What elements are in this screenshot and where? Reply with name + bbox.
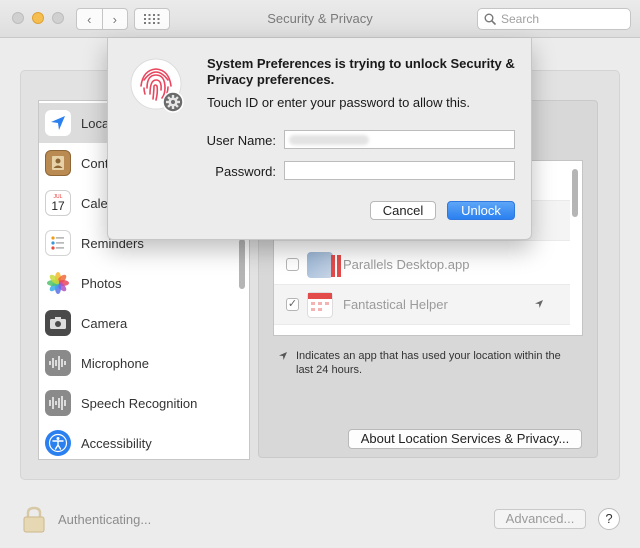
list-item-parallels[interactable]: Parallels Desktop.app (274, 245, 570, 285)
zoom-window-button[interactable] (52, 12, 64, 24)
sidebar-item-speech-recognition[interactable]: Speech Recognition (39, 383, 239, 423)
app-list-scrollbar[interactable] (572, 169, 578, 217)
photos-flower-icon (45, 270, 71, 296)
location-hint: Indicates an app that has used your loca… (278, 349, 578, 377)
sidebar-item-photos[interactable]: Photos (39, 263, 239, 303)
show-all-button[interactable] (134, 8, 170, 30)
forward-button[interactable]: › (101, 9, 128, 29)
contacts-book-icon (45, 150, 71, 176)
list-item[interactable] (274, 325, 570, 335)
sidebar-item-label: Camera (81, 315, 128, 331)
password-label: Password: (215, 164, 276, 179)
title-bar: ‹ › Security & Privacy Search (0, 0, 640, 38)
app-name: Parallels Desktop.app (343, 257, 470, 272)
sidebar-scrollbar[interactable] (239, 239, 245, 289)
username-field[interactable] (284, 130, 515, 149)
sidebar-item-label: Photos (81, 275, 122, 291)
sidebar-item-label: Accessibility (81, 435, 152, 451)
fantastical-app-icon (307, 291, 333, 318)
parallels-app-icon (307, 251, 341, 278)
password-field[interactable] (284, 161, 515, 180)
search-placeholder: Search (501, 12, 540, 26)
accessibility-figure-icon (45, 430, 71, 456)
speech-waveform-icon (45, 390, 71, 416)
close-window-button[interactable] (12, 12, 24, 24)
microphone-waveform-icon (45, 350, 71, 376)
authenticating-status: Authenticating... (58, 512, 152, 527)
username-label: User Name: (206, 133, 276, 148)
location-used-icon (535, 300, 543, 308)
unlock-dialog: System Preferences is trying to unlock S… (107, 38, 532, 240)
unlock-button[interactable]: Unlock (447, 201, 515, 220)
touch-id-icon (130, 58, 186, 114)
search-field[interactable]: Search (477, 8, 631, 30)
sidebar-item-accessibility[interactable]: Accessibility (39, 423, 239, 459)
app-checkbox[interactable] (286, 258, 299, 271)
minimize-window-button[interactable] (32, 12, 44, 24)
window-title: Security & Privacy (267, 11, 373, 26)
sidebar-item-microphone[interactable]: Microphone (39, 343, 239, 383)
navigation-buttons: ‹ › (76, 8, 128, 30)
sidebar-item-camera[interactable]: Camera (39, 303, 239, 343)
chevron-left-icon: ‹ (87, 11, 92, 27)
lock-icon[interactable] (22, 505, 46, 536)
reminders-list-icon (45, 230, 71, 256)
camera-icon (45, 310, 71, 336)
help-button[interactable]: ? (598, 508, 620, 530)
sidebar-item-label: Microphone (81, 355, 149, 371)
system-preferences-window: ‹ › Security & Privacy Search Location J… (0, 0, 640, 548)
cancel-button[interactable]: Cancel (370, 201, 436, 220)
calendar-icon: JUL 17 (45, 190, 71, 216)
advanced-button[interactable]: Advanced... (494, 509, 586, 529)
location-arrow-icon (45, 110, 71, 136)
app-checkbox[interactable]: ✓ (286, 298, 299, 311)
sidebar-item-label: Speech Recognition (81, 395, 198, 411)
search-icon (484, 13, 496, 25)
location-arrow-icon (279, 352, 287, 360)
dialog-title: System Preferences is trying to unlock S… (207, 56, 515, 87)
redacted-username (289, 135, 369, 145)
back-button[interactable]: ‹ (77, 9, 102, 29)
list-item-fantastical[interactable]: ✓ Fantastical Helper (274, 285, 570, 325)
chevron-right-icon: › (112, 11, 117, 27)
dialog-subtitle: Touch ID or enter your password to allow… (207, 95, 471, 110)
grid-icon (144, 14, 160, 24)
hint-text: Indicates an app that has used your loca… (296, 350, 561, 376)
app-name: Fantastical Helper (343, 297, 448, 312)
about-location-services-button[interactable]: About Location Services & Privacy... (348, 429, 582, 449)
